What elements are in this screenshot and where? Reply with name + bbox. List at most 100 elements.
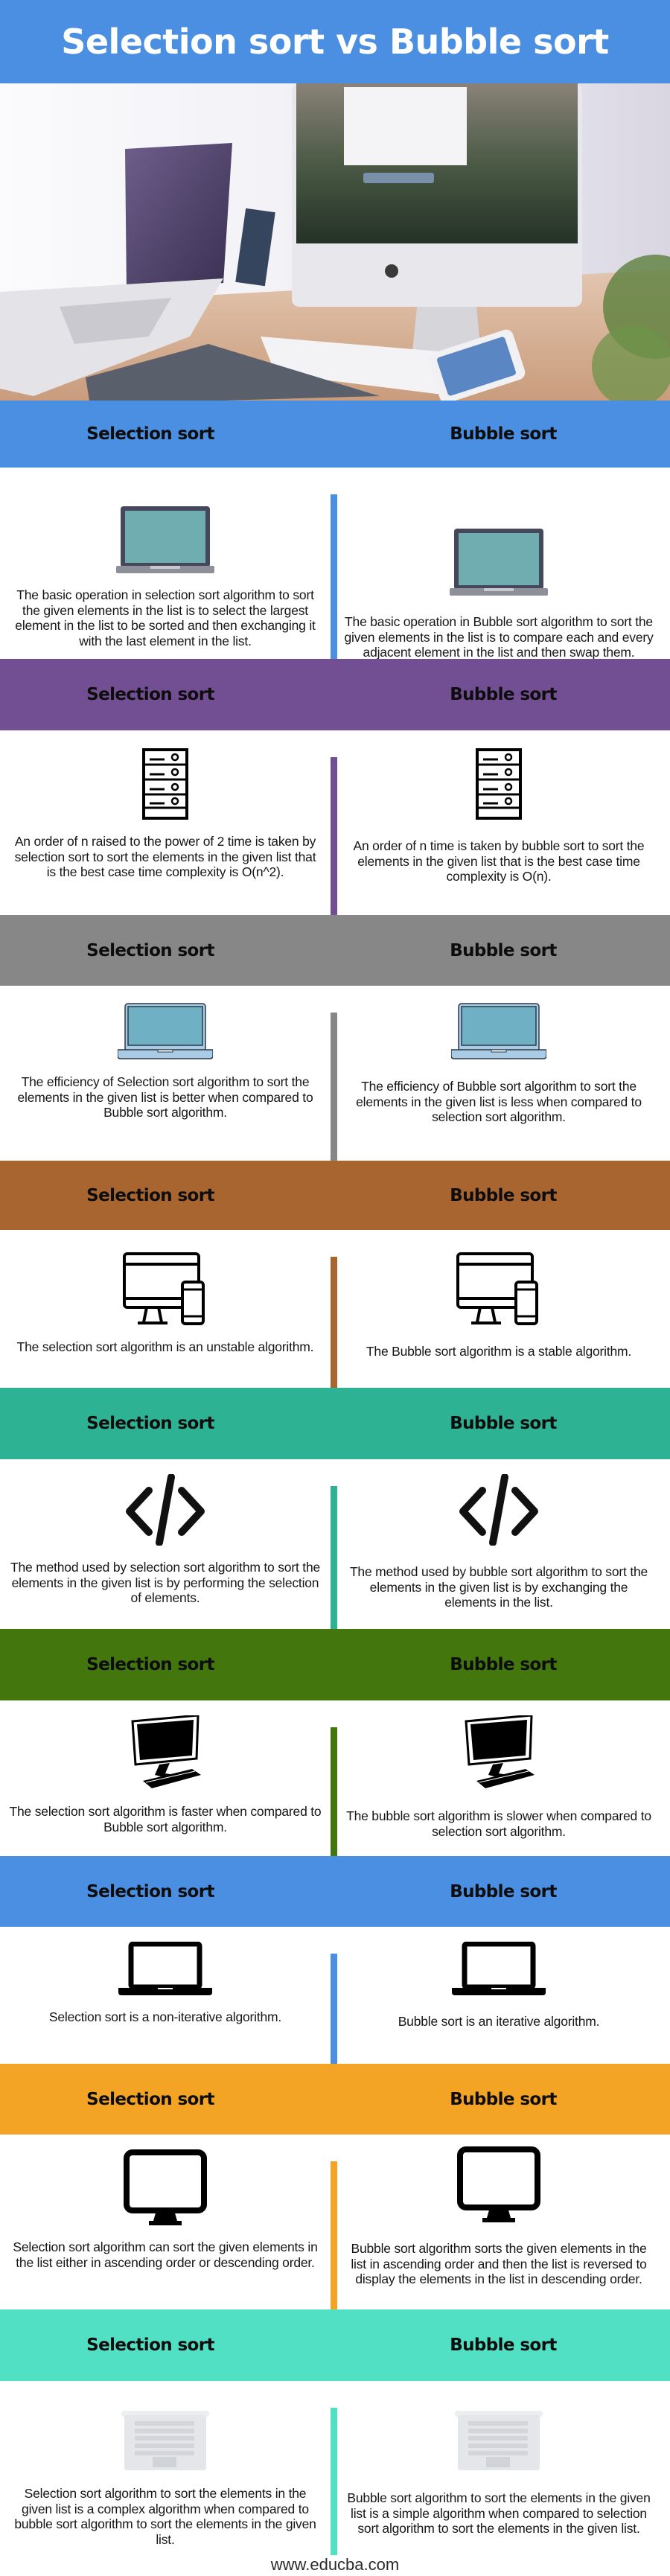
- selection-sort-cell: Selection sort is a non-iterative algori…: [9, 1941, 322, 2025]
- laptop-outline-icon: [452, 1941, 546, 1999]
- bubble-sort-description: The method used by bubble sort algorithm…: [349, 1564, 648, 1610]
- column-heading-bubble-sort: Bubble sort: [450, 2089, 557, 2109]
- monitor-icon: [457, 2146, 540, 2226]
- column-divider: [331, 1727, 337, 1856]
- desktop-computer-icon: [457, 1714, 540, 1794]
- comparison-row: The basic operation in selection sort al…: [0, 468, 670, 660]
- column-heading-selection-sort: Selection sort: [86, 424, 214, 444]
- laptop-light-icon: [117, 1002, 214, 1064]
- bubble-sort-description: An order of n time is taken by bubble so…: [353, 838, 645, 884]
- column-heading-bubble-sort: Bubble sort: [450, 940, 557, 960]
- comparison-row: Selection sort algorithm can sort the gi…: [0, 2135, 670, 2309]
- column-divider: [331, 494, 337, 659]
- column-divider: [331, 1257, 337, 1388]
- bubble-sort-cell: Bubble sort algorithm sorts the given el…: [342, 2146, 655, 2287]
- column-heading-selection-sort: Selection sort: [86, 2089, 214, 2109]
- selection-sort-cell: The basic operation in selection sort al…: [9, 505, 322, 648]
- column-divider: [331, 1013, 337, 1161]
- column-heading-selection-sort: Selection sort: [86, 1185, 214, 1205]
- section-header: Selection sort Bubble sort: [0, 915, 670, 986]
- monitor-icon: [124, 2149, 207, 2229]
- section-header: Selection sort Bubble sort: [0, 2064, 670, 2135]
- bubble-sort-cell: The basic operation in Bubble sort algor…: [342, 527, 655, 660]
- selection-sort-cell: The method used by selection sort algori…: [9, 1473, 322, 1606]
- selection-sort-cell: The efficiency of Selection sort algorit…: [9, 1002, 322, 1120]
- bubble-sort-cell: The Bubble sort algorithm is a stable al…: [342, 1251, 655, 1359]
- comparison-row: Selection sort algorithm to sort the ele…: [0, 2381, 670, 2555]
- bubble-sort-description: Bubble sort algorithm sorts the given el…: [351, 2241, 647, 2286]
- server-rack-icon: [142, 748, 188, 823]
- section-header: Selection sort Bubble sort: [0, 1629, 670, 1700]
- column-heading-bubble-sort: Bubble sort: [450, 424, 557, 444]
- column-divider: [331, 1954, 337, 2064]
- comparison-row: An order of n raised to the power of 2 t…: [0, 730, 670, 915]
- server-rack-icon: [476, 748, 522, 823]
- selection-sort-cell: Selection sort algorithm to sort the ele…: [9, 2411, 322, 2547]
- bubble-sort-description: The basic operation in Bubble sort algor…: [344, 614, 654, 660]
- code-icon: [124, 1473, 207, 1549]
- desktop-computer-icon: [124, 1714, 207, 1794]
- column-heading-selection-sort: Selection sort: [86, 1881, 214, 1901]
- bubble-sort-cell: Bubble sort algorithm to sort the elemen…: [342, 2411, 655, 2537]
- column-divider: [331, 2408, 337, 2555]
- comparison-row: The selection sort algorithm is faster w…: [0, 1700, 670, 1856]
- column-heading-bubble-sort: Bubble sort: [450, 1414, 557, 1433]
- column-heading-selection-sort: Selection sort: [86, 1414, 214, 1433]
- section-header: Selection sort Bubble sort: [0, 1388, 670, 1459]
- title-banner: Selection sort vs Bubble sort: [0, 0, 670, 83]
- column-heading-selection-sort: Selection sort: [86, 940, 214, 960]
- keyboard-laptop-icon: [121, 2411, 209, 2475]
- desk-setup-illustration: [0, 83, 670, 401]
- section-header: Selection sort Bubble sort: [0, 1161, 670, 1230]
- column-heading-selection-sort: Selection sort: [86, 685, 214, 704]
- bubble-sort-cell: The bubble sort algorithm is slower when…: [342, 1714, 655, 1839]
- bubble-sort-description: The bubble sort algorithm is slower when…: [346, 1808, 651, 1839]
- bubble-sort-description: Bubble sort is an iterative algorithm.: [398, 2014, 600, 2029]
- selection-sort-cell: The selection sort algorithm is faster w…: [9, 1714, 322, 1834]
- selection-sort-description: Selection sort algorithm to sort the ele…: [14, 2486, 316, 2547]
- column-divider: [331, 1486, 337, 1629]
- footer-url[interactable]: www.educba.com: [0, 2555, 670, 2576]
- bubble-sort-cell: Bubble sort is an iterative algorithm.: [342, 1941, 655, 2030]
- code-icon: [457, 1473, 540, 1549]
- comparison-row: The method used by selection sort algori…: [0, 1459, 670, 1629]
- bubble-sort-cell: An order of n time is taken by bubble so…: [342, 748, 655, 884]
- comparison-row: The efficiency of Selection sort algorit…: [0, 986, 670, 1161]
- selection-sort-description: The selection sort algorithm is an unsta…: [16, 1339, 314, 1354]
- column-divider: [331, 757, 337, 915]
- page-title: Selection sort vs Bubble sort: [61, 22, 609, 62]
- laptop-outline-icon: [118, 1941, 212, 1999]
- column-heading-selection-sort: Selection sort: [86, 2336, 214, 2355]
- column-heading-bubble-sort: Bubble sort: [450, 2336, 557, 2355]
- column-heading-bubble-sort: Bubble sort: [450, 1881, 557, 1901]
- column-heading-selection-sort: Selection sort: [86, 1655, 214, 1674]
- bubble-sort-cell: The method used by bubble sort algorithm…: [342, 1473, 655, 1610]
- selection-sort-description: The selection sort algorithm is faster w…: [9, 1804, 322, 1834]
- selection-sort-cell: An order of n raised to the power of 2 t…: [9, 748, 322, 880]
- hero-image: [0, 83, 670, 401]
- laptop-icon: [116, 505, 214, 577]
- section-header: Selection sort Bubble sort: [0, 401, 670, 468]
- selection-sort-description: The efficiency of Selection sort algorit…: [17, 1074, 313, 1120]
- comparison-row: Selection sort is a non-iterative algori…: [0, 1927, 670, 2064]
- comparison-row: The selection sort algorithm is an unsta…: [0, 1230, 670, 1388]
- bubble-sort-description: The Bubble sort algorithm is a stable al…: [366, 1344, 632, 1359]
- selection-sort-cell: Selection sort algorithm can sort the gi…: [9, 2149, 322, 2270]
- selection-sort-description: An order of n raised to the power of 2 t…: [14, 834, 316, 879]
- desktop-mobile-icon: [121, 1251, 209, 1329]
- bubble-sort-cell: The efficiency of Bubble sort algorithm …: [342, 1002, 655, 1125]
- column-divider: [331, 2161, 337, 2309]
- column-heading-bubble-sort: Bubble sort: [450, 1185, 557, 1205]
- column-heading-bubble-sort: Bubble sort: [450, 685, 557, 704]
- column-heading-bubble-sort: Bubble sort: [450, 1655, 557, 1674]
- laptop-icon: [450, 527, 548, 599]
- selection-sort-description: The method used by selection sort algori…: [10, 1560, 321, 1605]
- keyboard-laptop-icon: [455, 2411, 543, 2475]
- selection-sort-description: Selection sort algorithm can sort the gi…: [13, 2239, 318, 2270]
- desktop-mobile-icon: [455, 1251, 543, 1329]
- selection-sort-description: The basic operation in selection sort al…: [15, 587, 316, 648]
- laptop-light-icon: [450, 1002, 547, 1064]
- section-header: Selection sort Bubble sort: [0, 659, 670, 730]
- selection-sort-cell: The selection sort algorithm is an unsta…: [9, 1251, 322, 1355]
- section-header: Selection sort Bubble sort: [0, 2309, 670, 2381]
